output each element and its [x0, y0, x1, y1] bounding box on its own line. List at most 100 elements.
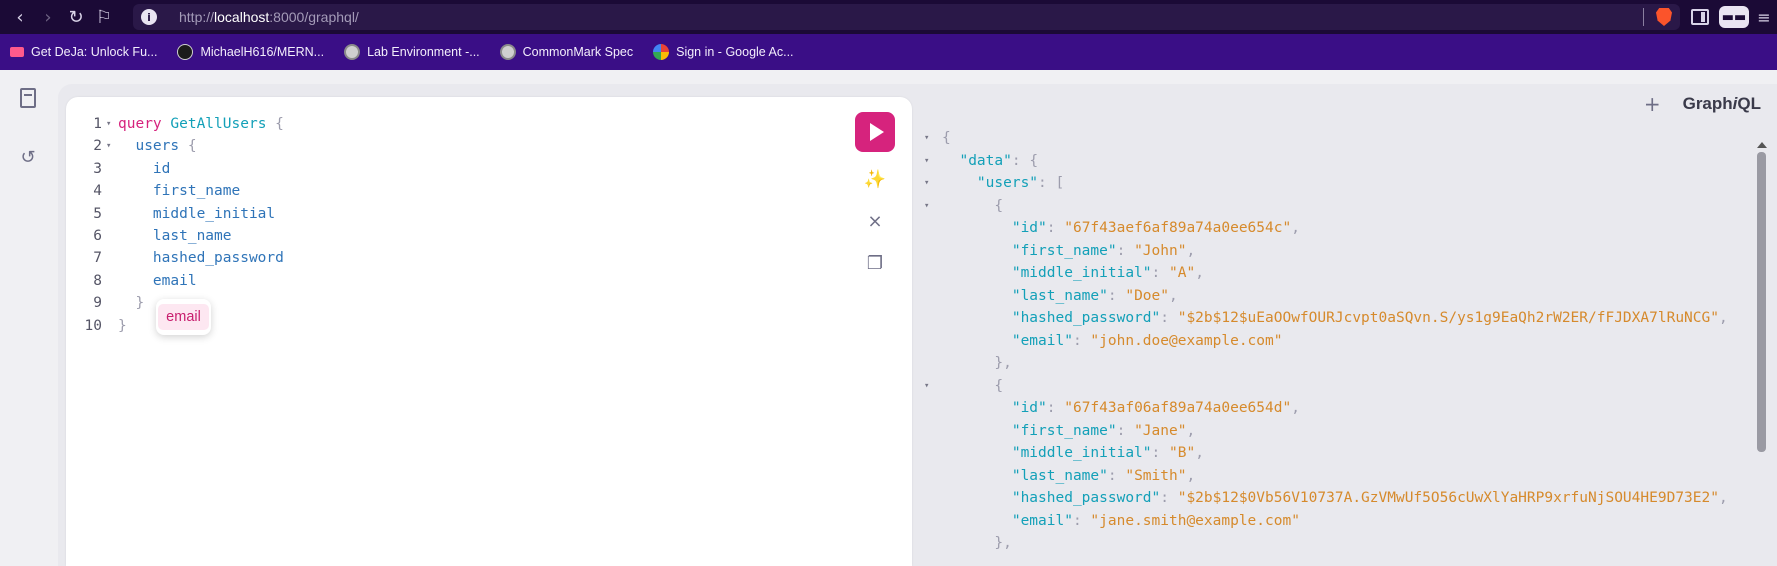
address-bar[interactable]: i http://localhost:8000/graphql/ — [133, 4, 1680, 30]
json-line: ▾ { — [924, 195, 1728, 218]
json-line: }, — [924, 352, 1728, 375]
json-punctuation: : — [1072, 332, 1091, 349]
json-line: ▾ { — [924, 375, 1728, 398]
fold-arrow-icon[interactable]: ▾ — [924, 195, 942, 218]
brave-shields-icon[interactable] — [1656, 8, 1672, 26]
fold-gutter — [924, 532, 942, 555]
json-value: "john.doe@example.com" — [1090, 332, 1283, 349]
json-line: "last_name": "Doe", — [924, 285, 1728, 308]
fold-arrow-icon[interactable]: ▾ — [106, 113, 118, 135]
code-line[interactable]: 2 ▾ users { — [66, 135, 284, 157]
code-line[interactable]: 5 middle_initial — [66, 203, 284, 225]
menu-icon[interactable]: ≡ — [1755, 8, 1773, 27]
bookmark-deja[interactable]: Get DeJa: Unlock Fu... — [10, 34, 157, 70]
fold-gutter — [924, 420, 942, 443]
json-value: "A" — [1169, 265, 1196, 281]
fold-arrow-icon[interactable]: ▾ — [924, 127, 942, 150]
copy-query-icon[interactable]: ❐ — [863, 251, 887, 275]
google-icon — [653, 44, 670, 60]
history-icon[interactable]: ↺ — [17, 146, 39, 168]
autocomplete-item[interactable]: email — [158, 304, 209, 330]
fold-arrow-icon[interactable]: ▾ — [924, 150, 942, 173]
back-button[interactable]: ‹ — [6, 3, 34, 31]
url-text[interactable]: http://localhost:8000/graphql/ — [179, 9, 359, 25]
code-line[interactable]: 3 id — [66, 158, 284, 180]
json-punctuation: : [ — [1038, 175, 1065, 191]
code-line[interactable]: 7 hashed_password — [66, 247, 284, 269]
plugin-sidebar: ↺ — [0, 70, 58, 566]
json-value: "$2b$12$0Vb56V10737A.GzVMwUf5O56cUwXlYaH… — [1177, 490, 1719, 506]
code-line[interactable]: 8 email — [66, 270, 284, 292]
bookmarks-bar: Get DeJa: Unlock Fu... MichaelH616/MERN.… — [0, 34, 1777, 70]
json-punctuation: : — [1046, 220, 1065, 236]
json-value: "John" — [1134, 242, 1187, 259]
scrollbar-thumb[interactable] — [1757, 152, 1766, 452]
line-number: 7 — [93, 250, 102, 267]
json-punctuation: , — [1186, 467, 1196, 484]
response-scrollbar[interactable] — [1757, 142, 1767, 462]
line-number: 3 — [93, 160, 102, 177]
query-editor[interactable]: 1 ▾ query GetAllUsers {2 ▾ users {3 id 4 fir… — [66, 97, 912, 566]
json-punctuation: : — [1116, 242, 1135, 259]
code-token: } — [118, 317, 127, 334]
json-line: "email": "john.doe@example.com" — [924, 330, 1728, 353]
globe-icon — [499, 44, 516, 60]
fold-gutter — [106, 292, 118, 314]
line-number: 5 — [93, 205, 102, 222]
fold-arrow-icon[interactable]: ▾ — [924, 172, 942, 195]
json-key: "middle_initial" — [1011, 265, 1152, 281]
json-key: "users" — [976, 175, 1039, 191]
json-line: "first_name": "Jane", — [924, 420, 1728, 443]
code-line[interactable]: 4 first_name — [66, 180, 284, 202]
json-value: "$2b$12$uEaOOwfOURJcvpt0aSQvn.S/ys1g9EaQ… — [1177, 310, 1719, 326]
scroll-up-icon[interactable] — [1757, 142, 1767, 148]
fold-gutter — [924, 262, 942, 285]
code-token: hashed_password — [118, 250, 284, 267]
line-number: 8 — [93, 272, 102, 289]
json-line: ▾ "users": [ — [924, 172, 1728, 195]
merge-fragments-icon[interactable]: ⨯ — [863, 209, 887, 233]
bookmark-commonmark[interactable]: CommonMark Spec — [499, 34, 633, 70]
add-tab-icon[interactable]: + — [1644, 92, 1661, 116]
json-key: "id" — [1011, 220, 1047, 236]
bookmark-google-signin[interactable]: Sign in - Google Ac... — [653, 34, 794, 70]
forward-button[interactable]: › — [34, 3, 62, 31]
json-punctuation: , — [1169, 287, 1178, 304]
json-punctuation: : — [1116, 422, 1135, 439]
fold-gutter — [924, 307, 942, 330]
response-panel: + GraphiQL ▾{▾ "data": {▾ "users": [▾ { … — [914, 84, 1777, 566]
sidebar-toggle-icon[interactable] — [1691, 9, 1709, 25]
response-json[interactable]: ▾{▾ "data": {▾ "users": [▾ { "id": "67f4… — [924, 127, 1728, 555]
line-number: 4 — [93, 183, 102, 200]
bookmark-github[interactable]: MichaelH616/MERN... — [177, 34, 324, 70]
line-number: 10 — [84, 317, 102, 334]
fold-gutter — [924, 442, 942, 465]
graphiql-logo: GraphiQL — [1682, 94, 1761, 113]
github-icon — [177, 44, 194, 60]
reload-button[interactable]: ↻ — [62, 3, 90, 31]
fold-gutter — [106, 270, 118, 292]
docs-explorer-icon[interactable] — [20, 88, 36, 108]
execute-query-button[interactable] — [855, 112, 895, 152]
json-line: "id": "67f43aef6af89a74a0ee654c", — [924, 217, 1728, 240]
browser-toolbar: ‹ › ↻ ⚐ i http://localhost:8000/graphql/… — [0, 0, 1777, 34]
json-punctuation: , — [1195, 445, 1204, 461]
code-line[interactable]: 1 ▾ query GetAllUsers { — [66, 113, 284, 135]
fold-arrow-icon[interactable]: ▾ — [106, 135, 118, 157]
fold-gutter — [924, 240, 942, 263]
fold-arrow-icon[interactable]: ▾ — [924, 375, 942, 398]
json-key: "first_name" — [1011, 422, 1117, 439]
fold-gutter — [924, 330, 942, 353]
prettify-icon[interactable]: ✨ — [863, 167, 887, 191]
json-key: "last_name" — [1011, 467, 1108, 484]
json-punctuation: { — [994, 197, 1004, 214]
code-line[interactable]: 6 last_name — [66, 225, 284, 247]
site-info-icon[interactable]: i — [141, 9, 157, 25]
profile-glasses-icon[interactable]: ▬▬ — [1719, 6, 1749, 28]
bookmark-lab-environment[interactable]: Lab Environment -... — [344, 34, 480, 70]
bookmark-page-button[interactable]: ⚐ — [90, 3, 118, 31]
